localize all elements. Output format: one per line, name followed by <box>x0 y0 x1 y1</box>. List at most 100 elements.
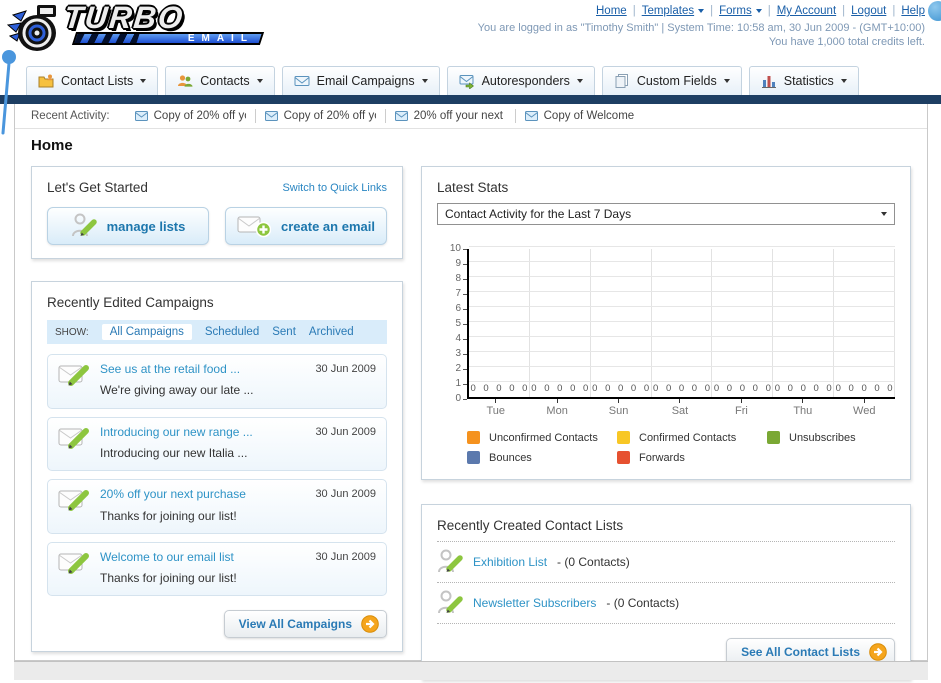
nav-link-home[interactable]: Home <box>596 5 627 17</box>
logo-email-bar: EMAIL <box>71 32 265 45</box>
contact-list-item[interactable]: Exhibition List - (0 Contacts) <box>437 542 895 583</box>
gridline <box>469 306 895 307</box>
legend-item: Bounces <box>467 451 617 464</box>
campaign-row[interactable]: Introducing our new range ... Introducin… <box>47 416 387 472</box>
custom-fields-icon <box>615 74 628 88</box>
tab-email-campaigns[interactable]: Email Campaigns <box>281 66 440 95</box>
y-tick-label: 4 <box>455 334 467 344</box>
legend-swatch <box>467 451 480 464</box>
contact-list-count: - (0 Contacts) <box>606 596 680 610</box>
value-labels: 0 0 0 0 0 <box>774 383 832 394</box>
link-separator: | <box>892 5 896 17</box>
recent-activity-bar: Recent Activity: Copy of 20% off yo Copy… <box>15 104 927 129</box>
y-tick-label: 8 <box>455 274 467 284</box>
stats-period-select[interactable]: Contact Activity for the Last 7 Days <box>437 203 895 225</box>
get-started-panel: Let's Get Started Switch to Quick Links … <box>31 166 403 259</box>
campaign-date: 30 Jun 2009 <box>315 550 376 563</box>
top-nav-links: Home | Templates | Forms | My Account | … <box>478 5 925 17</box>
contact-list-link[interactable]: Newsletter Subscribers <box>473 596 596 610</box>
chevron-down-icon <box>256 79 263 83</box>
legend-label: Unsubscribes <box>789 431 856 444</box>
campaign-date: 30 Jun 2009 <box>315 363 376 375</box>
x-tick-label: Wed <box>834 399 895 417</box>
nav-link-templates[interactable]: Templates <box>642 5 705 17</box>
filter-sent[interactable]: Sent <box>272 326 296 338</box>
recent-activity-item[interactable]: Copy of Welcome to <box>524 110 636 122</box>
value-labels: 0 0 0 0 0 <box>470 383 528 394</box>
nav-link-logout[interactable]: Logout <box>851 5 886 17</box>
campaign-row[interactable]: Welcome to our email list Thanks for joi… <box>47 541 387 597</box>
y-tick-label: 3 <box>455 349 467 359</box>
campaign-title-link[interactable]: See us at the retail food ... <box>100 361 253 378</box>
campaign-title-link[interactable]: Introducing our new range ... <box>100 424 253 441</box>
envelope-icon <box>394 111 408 121</box>
y-tick-label: 10 <box>450 244 467 254</box>
chevron-down-icon <box>881 212 887 216</box>
chart-day-group: 0 0 0 0 0 <box>469 249 530 397</box>
campaign-filter-bar: SHOW: All Campaigns Scheduled Sent Archi… <box>47 320 387 344</box>
y-tick-label: 7 <box>455 289 467 299</box>
tab-label: Custom Fields <box>636 74 717 88</box>
contacts-icon <box>178 75 193 87</box>
contact-list-item[interactable]: Newsletter Subscribers - (0 Contacts) <box>437 583 895 624</box>
footer-strip <box>14 661 928 680</box>
right-column: Latest Stats Contact Activity for the La… <box>421 166 911 680</box>
campaign-row[interactable]: See us at the retail food ... We're givi… <box>47 354 387 409</box>
chart-day-group: 0 0 0 0 0 <box>712 249 774 397</box>
gridline <box>469 351 895 352</box>
nav-link-forms[interactable]: Forms <box>719 5 762 17</box>
chart-legend: Unconfirmed Contacts Confirmed Contacts Un… <box>467 431 895 464</box>
legend-item: Unconfirmed Contacts <box>467 431 617 444</box>
main-content: Home Let's Get Started Switch to Quick L… <box>15 129 927 680</box>
tab-contacts[interactable]: Contacts <box>165 66 275 95</box>
manage-lists-label: manage lists <box>106 218 186 234</box>
nav-tabs: Contact Lists Contacts Email Campaigns A… <box>26 66 941 95</box>
y-tick-label: 2 <box>455 364 467 374</box>
chart-day-group: 0 0 0 0 0 <box>773 249 835 397</box>
recent-activity-item[interactable]: Copy of 20% off yo <box>134 110 246 122</box>
filter-all-campaigns[interactable]: All Campaigns <box>101 324 192 340</box>
campaign-title-link[interactable]: Welcome to our email list <box>100 549 237 566</box>
campaigns-title: Recently Edited Campaigns <box>47 295 214 310</box>
campaign-title-link[interactable]: 20% off your next purchase <box>100 486 246 503</box>
chevron-down-icon <box>576 79 583 83</box>
create-email-button[interactable]: create an email <box>225 207 387 245</box>
tab-custom-fields[interactable]: Custom Fields <box>601 66 742 95</box>
nav-link-my-account[interactable]: My Account <box>777 5 836 17</box>
campaign-subtitle: We're giving away our late ... <box>100 383 254 398</box>
chart-day-group: 0 0 0 0 0 <box>834 249 896 397</box>
chart-day-group: 0 0 0 0 0 <box>591 249 652 397</box>
campaign-subtitle: Introducing our new Italia ... <box>100 445 248 460</box>
value-labels: 0 0 0 0 0 <box>713 383 771 394</box>
x-tick-label: Thu <box>772 399 833 417</box>
show-label: SHOW: <box>55 326 89 338</box>
legend-label: Forwards <box>639 451 685 464</box>
switch-quick-links-link[interactable]: Switch to Quick Links <box>282 182 387 194</box>
view-all-campaigns-button[interactable]: View All Campaigns <box>223 610 387 639</box>
page-title: Home <box>31 137 73 154</box>
stats-period-value: Contact Activity for the Last 7 Days <box>445 207 632 221</box>
divider <box>384 109 386 123</box>
tab-contact-lists[interactable]: Contact Lists <box>26 66 159 95</box>
recent-activity-item[interactable]: Copy of 20% off yo <box>264 110 376 122</box>
top-header: TURBO EMAIL Home | Templates | Forms | M… <box>0 0 941 60</box>
email-campaigns-icon <box>294 76 310 86</box>
link-separator: | <box>767 5 771 17</box>
campaign-subtitle: Thanks for joining our list! <box>100 571 237 586</box>
envelope-pencil-icon <box>58 490 89 512</box>
tab-label: Statistics <box>783 74 834 88</box>
legend-swatch <box>617 431 630 444</box>
chart-day-group: 0 0 0 0 0 <box>530 249 591 397</box>
tab-autoresponders[interactable]: Autoresponders <box>446 66 595 95</box>
contact-lists-title: Recently Created Contact Lists <box>437 518 895 542</box>
filter-archived[interactable]: Archived <box>309 326 354 338</box>
tab-statistics[interactable]: Statistics <box>748 66 859 95</box>
person-pencil-icon <box>438 549 463 573</box>
manage-lists-button[interactable]: manage lists <box>47 207 209 245</box>
value-labels: 0 0 0 0 0 <box>835 383 893 394</box>
campaign-row[interactable]: 20% off your next purchase Thanks for jo… <box>47 479 387 534</box>
recent-activity-item[interactable]: 20% off your next p <box>394 110 506 122</box>
nav-link-help[interactable]: Help <box>901 5 925 17</box>
contact-list-link[interactable]: Exhibition List <box>473 555 547 569</box>
filter-scheduled[interactable]: Scheduled <box>205 326 259 338</box>
